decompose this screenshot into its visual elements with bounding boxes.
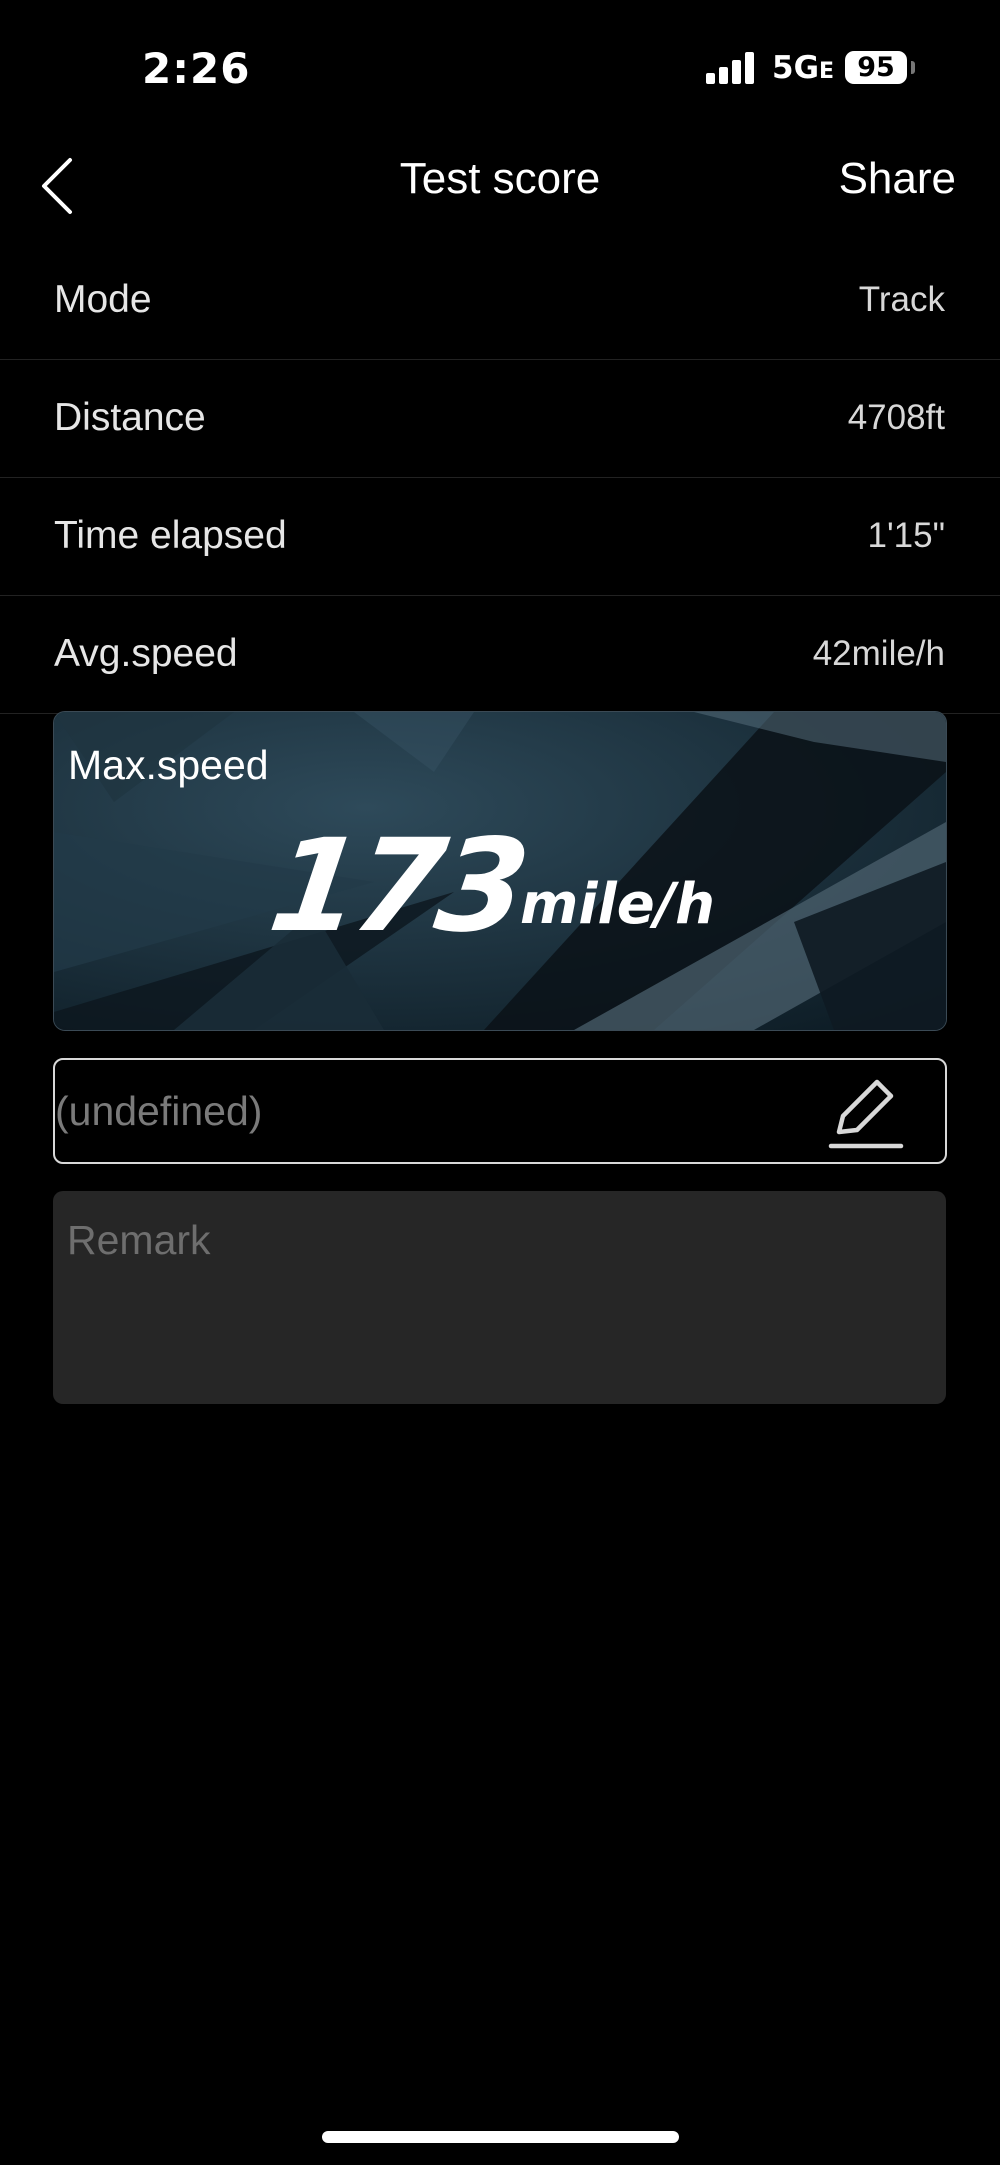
row-time-elapsed: Time elapsed 1'15" bbox=[0, 478, 1000, 596]
max-speed-card: Max.speed 173 mile/h bbox=[53, 711, 947, 1031]
name-value: (undefined) bbox=[55, 1088, 263, 1134]
share-button[interactable]: Share bbox=[839, 154, 956, 204]
row-label: Mode bbox=[54, 278, 152, 321]
stats-list: Mode Track Distance 4708ft Time elapsed … bbox=[0, 242, 1000, 714]
name-field[interactable]: (undefined) bbox=[53, 1058, 947, 1164]
row-label: Distance bbox=[54, 396, 206, 439]
status-bar: 2:26 5GE 95 bbox=[0, 0, 1000, 130]
battery-nub bbox=[911, 61, 915, 74]
max-speed-label: Max.speed bbox=[68, 742, 269, 788]
max-speed-unit: mile/h bbox=[520, 872, 716, 937]
max-speed-value: 173 bbox=[261, 812, 532, 961]
network-indicator: 5GE bbox=[772, 50, 835, 86]
remark-placeholder: Remark bbox=[67, 1217, 211, 1263]
nav-bar: Test score Share bbox=[0, 130, 1000, 235]
battery-icon: 95 bbox=[845, 51, 907, 84]
row-value: 4708ft bbox=[847, 398, 945, 437]
row-distance: Distance 4708ft bbox=[0, 360, 1000, 478]
row-value: Track bbox=[858, 280, 945, 319]
status-time: 2:26 bbox=[142, 44, 251, 93]
signal-icon bbox=[706, 52, 756, 84]
row-mode: Mode Track bbox=[0, 242, 1000, 360]
row-label: Time elapsed bbox=[54, 514, 287, 557]
remark-textarea[interactable]: Remark bbox=[53, 1191, 946, 1404]
row-avg-speed: Avg.speed 42mile/h bbox=[0, 596, 1000, 714]
row-value: 42mile/h bbox=[812, 634, 945, 673]
edit-icon[interactable] bbox=[825, 1074, 907, 1152]
home-indicator[interactable] bbox=[322, 2131, 679, 2143]
row-value: 1'15" bbox=[867, 516, 945, 555]
row-label: Avg.speed bbox=[54, 632, 238, 675]
